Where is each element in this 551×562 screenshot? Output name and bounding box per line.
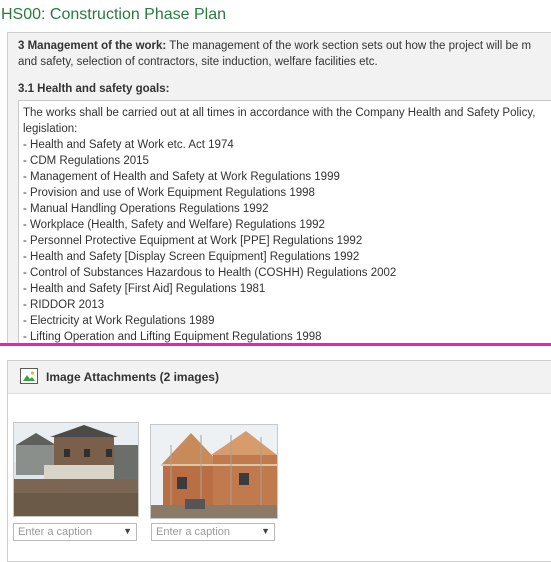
- page-break-separator: [0, 343, 551, 346]
- image-thumbnail-1[interactable]: [13, 422, 139, 517]
- caption-placeholder: Enter a caption: [18, 526, 92, 538]
- image-icon: [20, 368, 38, 384]
- goals-list: - Health and Safety at Work etc. Act 197…: [23, 137, 551, 345]
- image-attachments-panel: Image Attachments (2 images) Enter a cap…: [7, 360, 551, 562]
- management-text-line1: The management of the work section sets …: [169, 40, 532, 52]
- goals-list-item: - CDM Regulations 2015: [23, 155, 149, 167]
- barn-photo-icon: [14, 423, 138, 516]
- chevron-down-icon: ▼: [261, 526, 270, 536]
- goals-list-item: - Health and Safety [First Aid] Regulati…: [23, 283, 266, 295]
- management-heading: 3 Management of the work:: [18, 40, 167, 52]
- image-thumbnail-2[interactable]: [150, 424, 278, 519]
- goals-list-item: - RIDDOR 2013: [23, 299, 105, 311]
- goals-label: 3.1 Health and safety goals:: [18, 83, 170, 95]
- goals-list-item: - Provision and use of Work Equipment Re…: [23, 187, 315, 199]
- management-text-line2: and safety, selection of contractors, si…: [18, 56, 378, 68]
- image-attachments-title: Image Attachments (2 images): [46, 370, 219, 384]
- construction-photo-icon: [151, 425, 277, 518]
- chevron-down-icon: ▼: [123, 526, 132, 536]
- goals-intro-line2: legislation:: [23, 123, 78, 135]
- caption-select-1[interactable]: Enter a caption ▼: [13, 523, 137, 541]
- goals-list-item: - Workplace (Health, Safety and Welfare)…: [23, 219, 325, 231]
- image-attachments-header: Image Attachments (2 images): [8, 361, 551, 394]
- goals-list-item: - Manual Handling Operations Regulations…: [23, 203, 269, 215]
- goals-list-item: - Control of Substances Hazardous to Hea…: [23, 267, 397, 279]
- goals-list-item: - Health and Safety [Display Screen Equi…: [23, 251, 360, 263]
- caption-placeholder: Enter a caption: [156, 526, 230, 538]
- page-title: HS00: Construction Phase Plan: [1, 6, 227, 23]
- management-section: 3 Management of the work: The management…: [7, 32, 551, 346]
- goals-intro-line1: The works shall be carried out at all ti…: [23, 107, 536, 119]
- goals-list-item: - Personnel Protective Equipment at Work…: [23, 235, 363, 247]
- goals-list-item: - Health and Safety at Work etc. Act 197…: [23, 139, 234, 151]
- goals-list-item: - Electricity at Work Regulations 1989: [23, 315, 215, 327]
- goals-textarea[interactable]: The works shall be carried out at all ti…: [18, 100, 551, 345]
- management-header: 3 Management of the work: The management…: [18, 38, 551, 70]
- caption-select-2[interactable]: Enter a caption ▼: [151, 523, 275, 541]
- goals-list-item: - Management of Health and Safety at Wor…: [23, 171, 340, 183]
